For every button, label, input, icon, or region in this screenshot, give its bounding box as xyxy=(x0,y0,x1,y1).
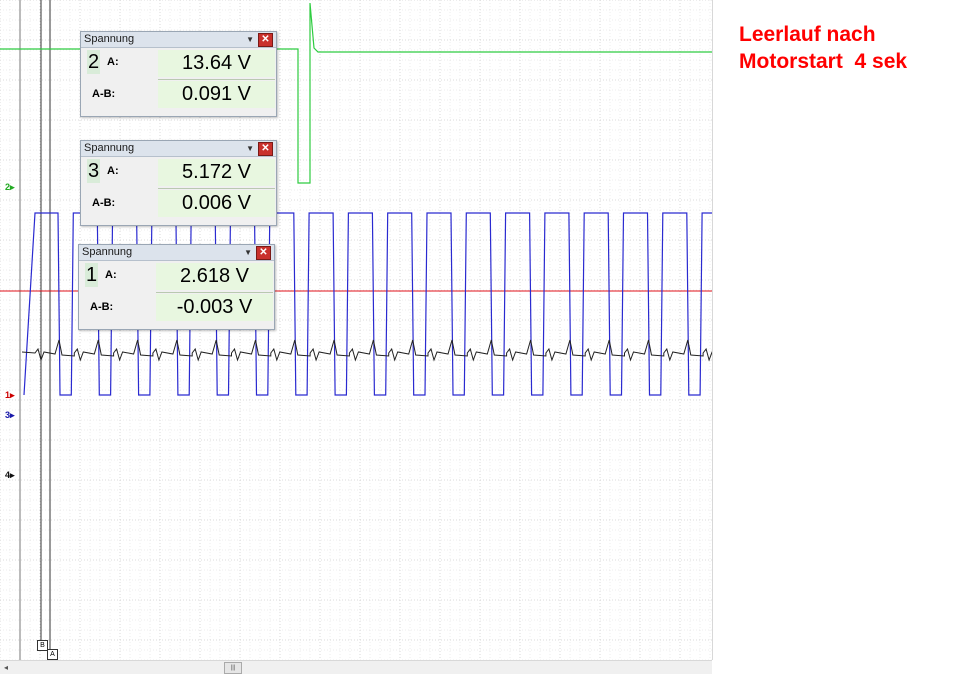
divider xyxy=(156,292,273,293)
channel-3-marker[interactable]: 3▸ xyxy=(5,410,15,420)
value-row-ab: A-B: 0.091 V xyxy=(81,81,276,112)
panel-title: Spannung xyxy=(84,33,135,45)
annotation-line-2: Motorstart 4 sek xyxy=(739,50,908,73)
channel-2-marker[interactable]: 2▸ xyxy=(5,182,15,192)
a-label: A: xyxy=(107,165,119,177)
measurement-panel-ch1[interactable]: Spannung ▼ ✕ 1 A: 2.618 V A-B: -0.003 V xyxy=(78,244,275,330)
a-value: 5.172 V xyxy=(158,159,275,186)
dropdown-arrow-icon[interactable]: ▼ xyxy=(244,245,252,260)
close-icon[interactable]: ✕ xyxy=(258,142,273,156)
panel-titlebar[interactable]: Spannung ▼ ✕ xyxy=(81,141,276,157)
measurement-panel-ch3[interactable]: Spannung ▼ ✕ 3 A: 5.172 V A-B: 0.006 V xyxy=(80,140,277,226)
close-icon[interactable]: ✕ xyxy=(256,246,271,260)
ab-value: -0.003 V xyxy=(156,294,273,321)
cursor-a-label[interactable]: A xyxy=(47,649,58,660)
annotation-line-1: Leerlauf nach xyxy=(739,23,876,46)
dropdown-arrow-icon[interactable]: ▼ xyxy=(246,32,254,47)
ab-label: A-B: xyxy=(92,197,116,209)
horizontal-scrollbar[interactable]: ◂ ||| xyxy=(0,660,712,674)
divider xyxy=(158,188,275,189)
channel-number: 3 xyxy=(87,159,101,183)
panel-title: Spannung xyxy=(84,142,135,154)
ab-value: 0.091 V xyxy=(158,81,275,108)
channel-1-marker[interactable]: 1▸ xyxy=(5,390,15,400)
annotation-text: Leerlauf nach Motorstart 4 sek xyxy=(739,21,969,75)
ab-label: A-B: xyxy=(90,301,114,313)
value-row-a: 2 A: 13.64 V xyxy=(81,48,276,79)
ab-value: 0.006 V xyxy=(158,190,275,217)
panel-titlebar[interactable]: Spannung ▼ ✕ xyxy=(79,245,274,261)
channel-4-marker[interactable]: 4▸ xyxy=(5,470,15,480)
scroll-thumb[interactable]: ||| xyxy=(224,662,242,674)
a-value: 13.64 V xyxy=(158,50,275,77)
panel-title: Spannung xyxy=(82,246,133,258)
a-value: 2.618 V xyxy=(156,263,273,290)
scroll-left-icon[interactable]: ◂ xyxy=(4,661,8,674)
channel-number: 1 xyxy=(85,263,99,287)
a-label: A: xyxy=(107,56,119,68)
channel-number: 2 xyxy=(87,50,101,74)
ab-label: A-B: xyxy=(92,88,116,100)
value-row-a: 1 A: 2.618 V xyxy=(79,261,274,292)
value-row-ab: A-B: 0.006 V xyxy=(81,190,276,221)
divider xyxy=(158,79,275,80)
close-icon[interactable]: ✕ xyxy=(258,33,273,47)
scope-plot-area[interactable]: 2▸ 1▸ 3▸ 4▸ B A Spannung ▼ ✕ 2 A: 13.64 … xyxy=(0,0,713,660)
dropdown-arrow-icon[interactable]: ▼ xyxy=(246,141,254,156)
panel-titlebar[interactable]: Spannung ▼ ✕ xyxy=(81,32,276,48)
measurement-panel-ch2[interactable]: Spannung ▼ ✕ 2 A: 13.64 V A-B: 0.091 V xyxy=(80,31,277,117)
value-row-a: 3 A: 5.172 V xyxy=(81,157,276,188)
value-row-ab: A-B: -0.003 V xyxy=(79,294,274,325)
a-label: A: xyxy=(105,269,117,281)
